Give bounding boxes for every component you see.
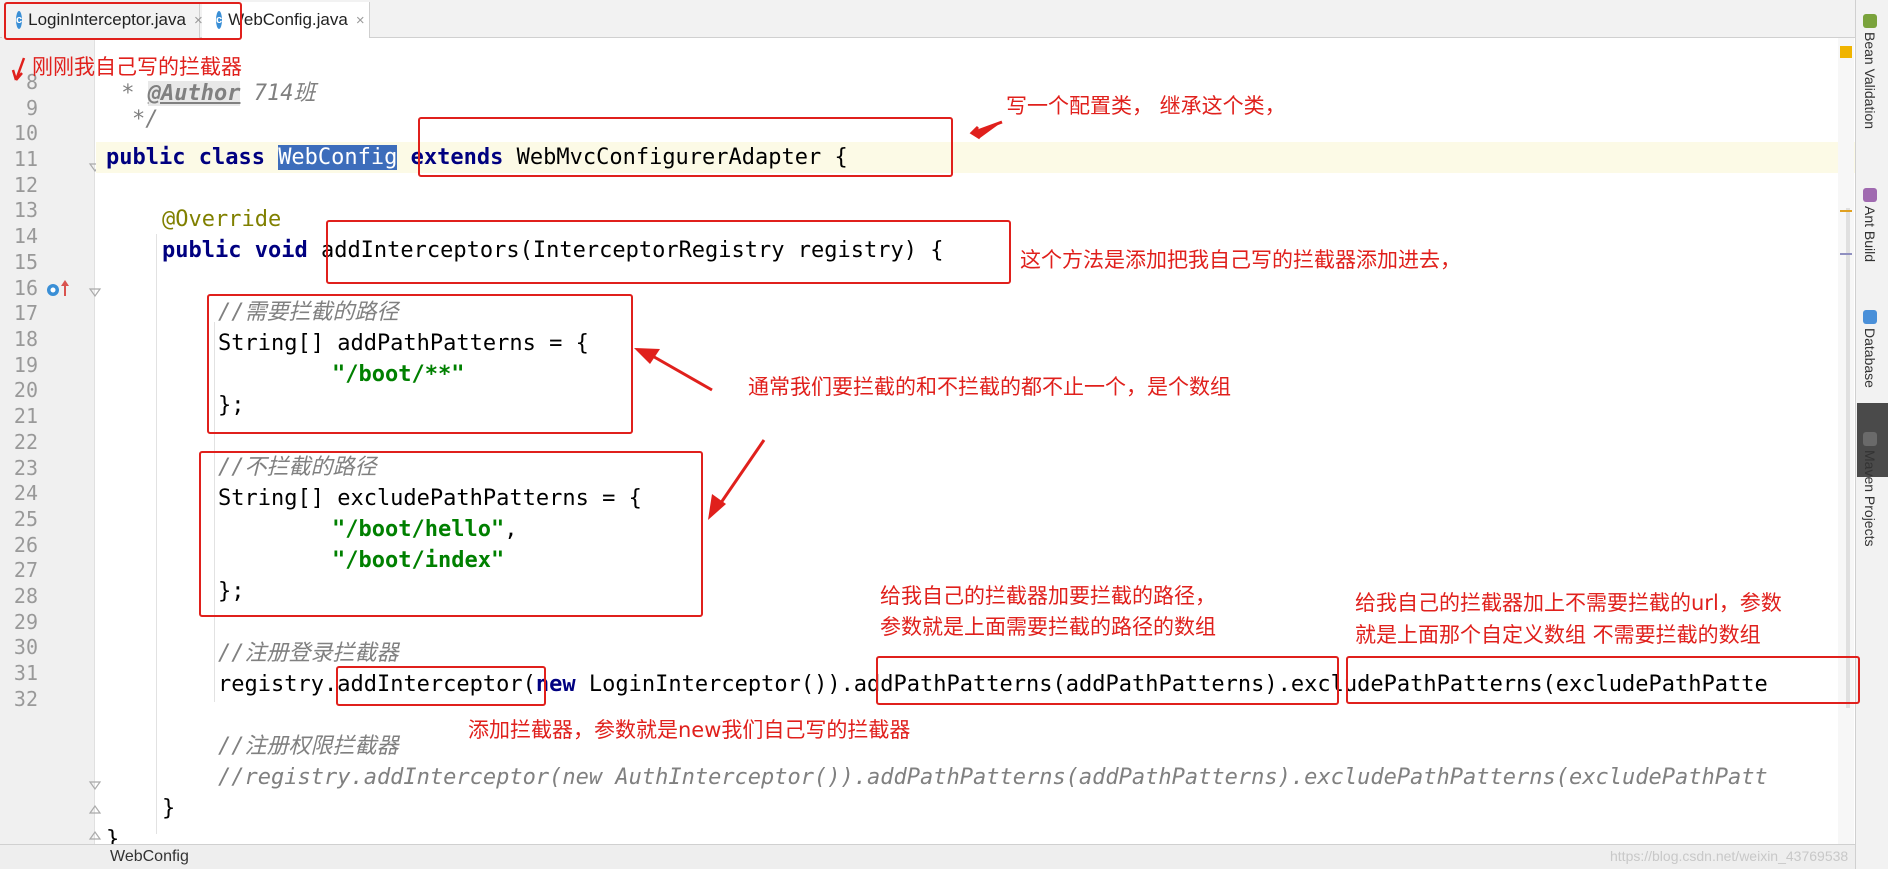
highlight-box-addpathpatterns bbox=[207, 294, 633, 434]
ant-icon bbox=[1863, 188, 1877, 202]
line-number: 10 bbox=[13, 121, 38, 145]
line-number: 20 bbox=[13, 378, 38, 402]
annotation-note: 这个方法是添加把我自己写的拦截器添加进去， bbox=[1020, 248, 1461, 272]
code-editor[interactable]: * @Author 714班 */ public class WebConfig… bbox=[96, 38, 1856, 844]
breadcrumb[interactable]: WebConfig bbox=[110, 848, 189, 866]
tool-tab-ant-build[interactable]: Ant Build bbox=[1862, 188, 1878, 262]
maven-icon bbox=[1863, 432, 1877, 446]
error-stripe[interactable] bbox=[1838, 38, 1854, 844]
highlight-box-extends bbox=[418, 117, 953, 177]
line-number: 19 bbox=[13, 353, 38, 377]
highlight-box-logininterceptor-tab bbox=[4, 2, 242, 40]
marker bbox=[1840, 253, 1852, 255]
line-number: 21 bbox=[13, 404, 38, 428]
line-number: 32 bbox=[13, 687, 38, 711]
code-line-29: //注册权限拦截器 bbox=[218, 734, 399, 759]
line-number: 9 bbox=[25, 96, 38, 120]
annotation-note: 给我自己的拦截器加要拦截的路径， bbox=[880, 584, 1216, 608]
line-number: 16 bbox=[13, 276, 38, 300]
line-number: 23 bbox=[13, 456, 38, 480]
annotation-note: 给我自己的拦截器加上不需要拦截的url，参数 bbox=[1355, 591, 1782, 615]
status-bar: WebConfig https://blog.csdn.net/weixin_4… bbox=[0, 844, 1855, 869]
selected-text: WebConfig bbox=[278, 145, 398, 170]
code-line-32: } bbox=[106, 827, 120, 844]
line-number: 18 bbox=[13, 327, 38, 351]
watermark: https://blog.csdn.net/weixin_43769538 bbox=[1610, 848, 1849, 864]
editor-tab-bar: c LoginInterceptor.java × c WebConfig.ja… bbox=[0, 0, 1855, 38]
line-number: 28 bbox=[13, 584, 38, 608]
annotation-note: 参数就是上面需要拦截的路径的数组 bbox=[880, 615, 1216, 639]
highlight-box-excludepathpatterns bbox=[199, 451, 703, 617]
annotation-note: 刚刚我自己写的拦截器 bbox=[32, 55, 242, 79]
tab-label: WebConfig.java bbox=[228, 10, 348, 29]
line-number-gutter: 8 9 10 11 12 13 14 15 16 17 18 19 20 21 … bbox=[0, 38, 129, 844]
annotation-note: 写一个配置类， 继承这个类， bbox=[1006, 94, 1286, 118]
code-line-31: } bbox=[162, 796, 176, 821]
arrow-up-icon[interactable] bbox=[60, 278, 70, 298]
line-number: 26 bbox=[13, 533, 38, 557]
tool-tab-bean-validation[interactable]: Bean Validation bbox=[1862, 14, 1878, 129]
bean-icon bbox=[1863, 14, 1877, 28]
tool-tab-maven-projects[interactable]: Maven Projects bbox=[1862, 432, 1878, 546]
line-number: 22 bbox=[13, 430, 38, 454]
highlight-box-addpathpatterns-call bbox=[876, 656, 1339, 705]
highlight-box-addinterceptor bbox=[336, 666, 546, 706]
annotation-note: 添加拦截器，参数就是new我们自己写的拦截器 bbox=[468, 718, 911, 742]
line-number: 24 bbox=[13, 481, 38, 505]
code-line-12: @Override bbox=[162, 207, 282, 232]
line-number: 30 bbox=[13, 635, 38, 659]
line-number: 25 bbox=[13, 507, 38, 531]
code-line-30: //registry.addInterceptor(new AuthInterc… bbox=[218, 765, 1768, 790]
line-number: 11 bbox=[13, 147, 38, 171]
line-number: 13 bbox=[13, 198, 38, 222]
highlight-box-addinterceptors bbox=[326, 220, 1011, 284]
database-icon bbox=[1863, 310, 1877, 324]
line-number: 31 bbox=[13, 661, 38, 685]
line-number: 27 bbox=[13, 558, 38, 582]
close-icon[interactable]: × bbox=[356, 12, 365, 29]
line-number: 29 bbox=[13, 610, 38, 634]
annotation-note: 就是上面那个自定义数组 不需要拦截的数组 bbox=[1355, 623, 1761, 647]
line-number: 17 bbox=[13, 301, 38, 325]
line-number: 12 bbox=[13, 173, 38, 197]
annotation-note: 通常我们要拦截的和不拦截的都不止一个，是个数组 bbox=[748, 375, 1231, 399]
warning-marker[interactable] bbox=[1840, 46, 1852, 58]
code-line-26: //注册登录拦截器 bbox=[218, 641, 399, 666]
highlight-box-excludepathpatterns-call bbox=[1346, 656, 1860, 704]
tool-tab-database[interactable]: Database bbox=[1862, 310, 1878, 388]
scroll-thumb[interactable] bbox=[1846, 208, 1850, 708]
line-number: 15 bbox=[13, 250, 38, 274]
line-number: 14 bbox=[13, 224, 38, 248]
code-line-9: */ bbox=[132, 107, 159, 132]
indent-guide bbox=[156, 234, 157, 834]
marker bbox=[1840, 210, 1852, 212]
